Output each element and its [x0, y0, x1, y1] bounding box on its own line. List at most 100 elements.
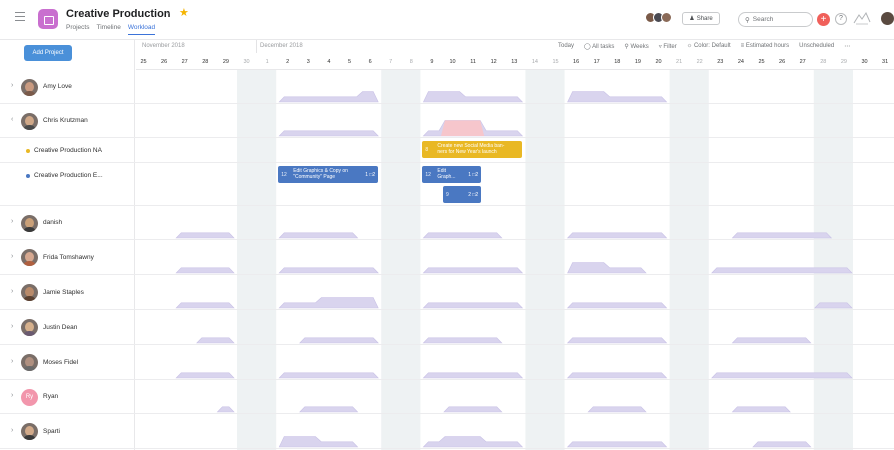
task-card[interactable]: 9 2 □2 — [443, 186, 482, 203]
person-name[interactable]: danish — [43, 219, 62, 226]
avatar-body — [23, 261, 36, 266]
day-label: 30 — [861, 59, 868, 65]
tab-timeline[interactable]: Timeline — [96, 24, 120, 35]
day-label: 11 — [470, 59, 476, 65]
tab-projects[interactable]: Projects — [66, 24, 89, 35]
person-name[interactable]: Moses Fidel — [43, 359, 78, 366]
month-divider — [256, 40, 257, 53]
avatar-body — [23, 331, 36, 336]
share-button[interactable]: ♟ Share — [682, 12, 720, 25]
chevron-right-icon[interactable]: › — [11, 427, 13, 434]
estimated-hours-button[interactable]: ≡ Estimated hours — [741, 43, 790, 50]
day-label: 3 — [306, 59, 310, 65]
add-button[interactable]: + — [817, 13, 830, 26]
day-label: 2 — [286, 59, 290, 65]
project-name[interactable]: Creative Production NA — [34, 147, 102, 154]
people-icon: ♟ — [689, 16, 695, 22]
day-label: 25 — [140, 59, 147, 65]
task-title-line: ners for New Year's launch — [437, 149, 497, 155]
color-label: Color: Default — [693, 43, 731, 49]
search-input[interactable]: ⚲ Search — [738, 12, 813, 27]
all-tasks-label: All tasks — [592, 44, 615, 50]
workload-toolbar: Today ◯ All tasks ⚲ Weeks ▿ Filter ☼ Col… — [558, 43, 850, 50]
chevron-right-icon[interactable]: › — [11, 323, 13, 330]
chevron-down-icon[interactable]: ⌄ — [165, 7, 172, 16]
more-options-icon[interactable]: ⋯ — [844, 43, 850, 50]
day-label: 21 — [676, 59, 683, 65]
tab-workload[interactable]: Workload — [127, 24, 156, 35]
day-label: 18 — [614, 59, 621, 65]
member-avatars[interactable] — [645, 12, 672, 23]
task-subtask-count: 12 — [281, 171, 287, 178]
user-avatar[interactable] — [881, 12, 894, 25]
task-subtask-count: 9 — [446, 191, 449, 198]
task-card[interactable]: 12 Edit Graph... 1 □2 — [422, 166, 482, 183]
project-tabs: Projects Timeline Workload — [66, 24, 156, 35]
person-row: › Ry Ryan — [0, 380, 894, 414]
upgrade-icon[interactable] — [852, 10, 872, 26]
day-label: 22 — [696, 59, 703, 65]
filter-button[interactable]: ▿ Filter — [659, 43, 677, 50]
today-button[interactable]: Today — [558, 43, 574, 50]
chevron-down-icon[interactable]: ‹ — [11, 116, 13, 123]
person-row: › danish — [0, 206, 894, 240]
person-row: ‹ Chris Krutzman — [0, 104, 894, 138]
person-row: › Jamie Staples — [0, 275, 894, 310]
estimated-hours-label: Estimated hours — [745, 43, 790, 49]
person-name[interactable]: Amy Love — [43, 83, 72, 90]
project-name[interactable]: Creative Production E... — [34, 172, 103, 179]
chevron-right-icon[interactable]: › — [11, 82, 13, 89]
project-color-dot — [26, 149, 30, 153]
chevron-right-icon[interactable]: › — [11, 288, 13, 295]
task-card[interactable]: 8 Create new Social Media ban-ners for Ne… — [422, 141, 523, 158]
person-name[interactable]: Frida Tomshawny — [43, 254, 94, 261]
person-name[interactable]: Jamie Staples — [43, 289, 84, 296]
task-title-line: "Community" Page — [293, 174, 336, 180]
chevron-right-icon[interactable]: › — [11, 253, 13, 260]
color-button[interactable]: ☼ Color: Default — [687, 43, 731, 50]
day-label: 1 — [265, 59, 269, 65]
task-comment-count: 2 □2 — [468, 191, 479, 198]
task-subtask-count: 8 — [425, 146, 429, 153]
task-card[interactable]: 12 Edit Graphics & Copy on "Community" Pag… — [278, 166, 379, 183]
chevron-right-icon[interactable]: › — [11, 358, 13, 365]
page-title: Creative Production — [66, 8, 171, 20]
avatar: Ry — [21, 388, 38, 406]
day-label: 4 — [327, 59, 331, 65]
day-label: 27 — [181, 59, 188, 65]
avatar — [21, 354, 38, 371]
person-name[interactable]: Ryan — [43, 393, 58, 400]
person-name[interactable]: Chris Krutzman — [43, 117, 88, 124]
day-label: 29 — [222, 59, 229, 65]
row-label: Creative Production E... — [0, 163, 135, 205]
help-button[interactable]: ? — [835, 13, 847, 25]
chevron-right-icon[interactable]: › — [11, 218, 13, 225]
zoom-weeks-button[interactable]: ⚲ Weeks — [624, 43, 648, 50]
month-label: December 2018 — [260, 43, 303, 49]
day-label: 19 — [634, 59, 641, 65]
chevron-right-icon[interactable]: › — [11, 392, 13, 399]
person-name[interactable]: Sparti — [43, 428, 60, 435]
all-tasks-filter[interactable]: ◯ All tasks — [584, 43, 614, 50]
palette-icon: ☼ — [686, 43, 693, 49]
menu-icon[interactable] — [15, 12, 25, 22]
day-label: 23 — [717, 59, 724, 65]
unscheduled-button[interactable]: Unscheduled — [799, 43, 834, 50]
project-icon — [38, 9, 58, 29]
avatar — [21, 78, 38, 96]
add-project-button[interactable]: Add Project — [24, 45, 72, 61]
row-label: › Frida Tomshawny — [0, 240, 135, 274]
person-row: › Justin Dean — [0, 310, 894, 345]
person-name[interactable]: Justin Dean — [43, 324, 77, 331]
day-label: 31 — [882, 59, 889, 65]
row-label: › Sparti — [0, 414, 135, 448]
search-placeholder: Search — [752, 16, 774, 23]
check-circle-icon: ◯ — [584, 44, 591, 50]
share-label: Share — [696, 15, 713, 22]
star-icon[interactable]: ★ — [179, 6, 189, 19]
row-label: ‹ Chris Krutzman — [0, 104, 135, 137]
task-comment-count: 1 □2 — [468, 171, 479, 178]
day-label: 5 — [347, 59, 352, 65]
day-label: 28 — [202, 59, 209, 65]
day-label: 30 — [243, 59, 250, 65]
